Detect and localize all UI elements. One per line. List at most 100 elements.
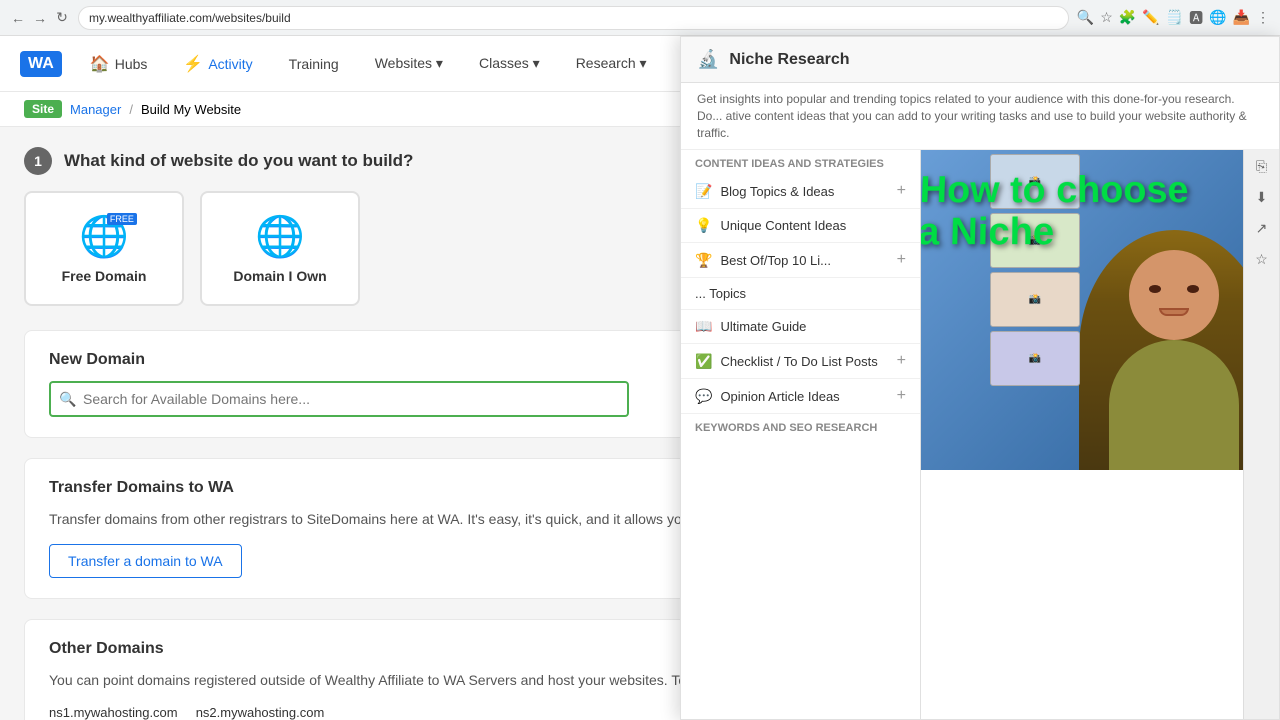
classes-label: Classes ▾ (479, 55, 540, 72)
ext6-icon: 📥 (1233, 9, 1250, 26)
blog-topics-icon: 📝 (695, 183, 712, 200)
manager-link[interactable]: Manager (70, 102, 121, 117)
address-bar[interactable]: my.wealthyaffiliate.com/websites/build (78, 6, 1069, 30)
person-head (1129, 250, 1219, 340)
unique-content-label: Unique Content Ideas (720, 218, 846, 233)
blog-topics-plus: + (897, 182, 906, 200)
panel-header: 🔬 Niche Research (681, 37, 1279, 83)
eye-right (1187, 285, 1199, 293)
niche-research-panel: 🔬 Niche Research Get insights into popul… (680, 36, 1280, 720)
nav-hubs[interactable]: 🏠 Hubs (82, 50, 156, 78)
checklist-icon: ✅ (695, 353, 712, 370)
panel-content: Content Ideas and Strategies 📝 Blog Topi… (681, 150, 1279, 719)
transfer-button[interactable]: Transfer a domain to WA (49, 544, 242, 578)
niche-line1: How to choose (921, 171, 1189, 212)
hubs-icon: 🏠 (90, 54, 110, 74)
websites-label: Websites ▾ (375, 55, 443, 72)
breadcrumb-separator: / (129, 102, 133, 117)
nav-classes[interactable]: Classes ▾ (471, 51, 548, 76)
nav-activity[interactable]: ⚡ Activity (175, 50, 260, 78)
forward-button[interactable]: → (32, 10, 48, 26)
thumb-4: 📸 (990, 331, 1080, 386)
own-domain-label: Domain I Own (233, 268, 326, 284)
own-globe-icon: 🌐 (255, 213, 305, 260)
zoom-icon: 🔍 (1077, 9, 1094, 26)
wa-logo: WA (20, 51, 62, 77)
bestof-label: Best Of/Top 10 Li... (720, 253, 831, 268)
nav-training[interactable]: Training (281, 52, 347, 76)
panel-item-checklist[interactable]: ✅ Checklist / To Do List Posts + (681, 344, 920, 379)
research-label: Research ▾ (576, 55, 647, 72)
panel-side-icons: ⎘ ⬇ ↗ ☆ (1243, 150, 1279, 719)
copy-icon[interactable]: ⎘ (1256, 158, 1267, 175)
panel-right: Guide To Choosing Glass Coffee Tabl... D… (921, 150, 1279, 719)
browser-controls[interactable]: ← → ↻ (10, 10, 70, 26)
niche-big-text: How to choose a Niche (921, 171, 1191, 254)
ns2-text: ns2.mywahosting.com (196, 705, 325, 720)
person-shirt (1109, 340, 1239, 470)
breadcrumb-current: Build My Website (141, 102, 241, 117)
ext1-icon: 🧩 (1119, 9, 1136, 26)
free-domain-card[interactable]: 🌐 FREE Free Domain (24, 191, 184, 306)
panel-description: Get insights into popular and trending t… (681, 83, 1279, 150)
ext2-icon: ✏️ (1142, 9, 1159, 26)
opinion-icon: 💬 (695, 388, 712, 405)
panel-left: Content Ideas and Strategies 📝 Blog Topi… (681, 150, 921, 719)
search-icon: 🔍 (59, 391, 76, 408)
panel-item-topics[interactable]: ... Topics (681, 278, 920, 310)
panel-item-unique-content[interactable]: 💡 Unique Content Ideas (681, 209, 920, 243)
bestof-plus: + (897, 251, 906, 269)
star-icon: ☆ (1100, 9, 1113, 26)
eye-left (1149, 285, 1161, 293)
step1-title: What kind of website do you want to buil… (64, 151, 413, 171)
ultimate-guide-icon: 📖 (695, 318, 712, 335)
free-domain-label: Free Domain (62, 268, 147, 284)
ext5-icon: 🌐 (1209, 9, 1226, 26)
checklist-plus: + (897, 352, 906, 370)
opinion-plus: + (897, 387, 906, 405)
panel-item-blog-topics[interactable]: 📝 Blog Topics & Ideas + (681, 174, 920, 209)
free-globe-icon: 🌐 FREE (79, 213, 129, 260)
niche-line2: a Niche (921, 212, 1191, 254)
blog-topics-label: Blog Topics & Ideas (720, 184, 834, 199)
bestof-icon: 🏆 (695, 252, 712, 269)
browser-icons: 🔍 ☆ 🧩 ✏️ 🗒️ 🅰 🌐 📥 ⋮ (1077, 8, 1270, 28)
panel-item-ultimate-guide[interactable]: 📖 Ultimate Guide (681, 310, 920, 344)
mouth (1159, 308, 1189, 316)
niche-text-overlay: How to choose a Niche (921, 170, 1189, 254)
share-icon[interactable]: ↗ (1256, 220, 1268, 237)
niche-panel-icon: 🔬 (697, 49, 719, 70)
unique-content-icon: 💡 (695, 217, 712, 234)
download-icon[interactable]: ⬇ (1256, 189, 1268, 206)
panel-item-opinion[interactable]: 💬 Opinion Article Ideas + (681, 379, 920, 414)
person-video (1079, 230, 1269, 470)
ext4-icon: 🅰 (1189, 8, 1203, 28)
activity-label: Activity (208, 56, 252, 72)
niche-panel-title: Niche Research (729, 51, 849, 69)
step1-number: 1 (24, 147, 52, 175)
thumb-3: 📸 (990, 272, 1080, 327)
back-button[interactable]: ← (10, 10, 26, 26)
url-text: my.wealthyaffiliate.com/websites/build (89, 11, 291, 25)
keywords-header: Keywords and SEO Research (681, 414, 920, 438)
topics-label: ... Topics (695, 286, 746, 301)
activity-icon: ⚡ (183, 54, 203, 74)
content-ideas-header: Content Ideas and Strategies (681, 150, 920, 174)
checklist-label: Checklist / To Do List Posts (720, 354, 877, 369)
star2-icon[interactable]: ☆ (1255, 251, 1268, 268)
panel-item-bestof[interactable]: 🏆 Best Of/Top 10 Li... + (681, 243, 920, 278)
menu-icon[interactable]: ⋮ (1256, 9, 1270, 26)
browser-bar: ← → ↻ my.wealthyaffiliate.com/websites/b… (0, 0, 1280, 36)
nav-research[interactable]: Research ▾ (568, 51, 655, 76)
site-badge: Site (24, 100, 62, 118)
training-label: Training (289, 56, 339, 72)
nav-websites[interactable]: Websites ▾ (367, 51, 451, 76)
own-domain-card[interactable]: 🌐 Domain I Own (200, 191, 360, 306)
hubs-label: Hubs (115, 56, 148, 72)
ultimate-guide-label: Ultimate Guide (720, 319, 806, 334)
domain-search-input[interactable] (49, 381, 629, 417)
refresh-button[interactable]: ↻ (54, 10, 70, 26)
video-area: How to choose a Niche (921, 150, 1279, 470)
opinion-label: Opinion Article Ideas (720, 389, 839, 404)
ext3-icon: 🗒️ (1166, 9, 1183, 26)
